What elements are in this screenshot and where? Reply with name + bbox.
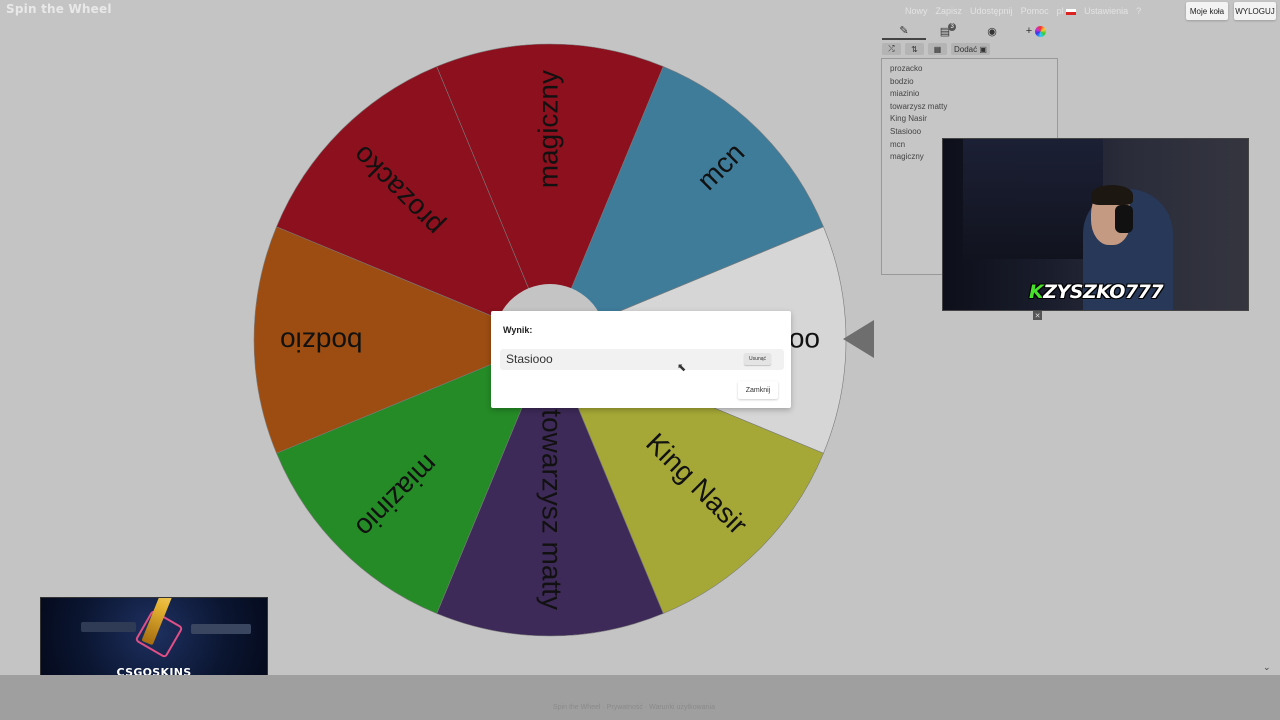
shuffle-icon: ⤮ [888, 44, 895, 53]
result-dialog: Wynik: Stasiooo Usunąć Zamknij [491, 311, 791, 408]
add-image-button[interactable]: ▦ [928, 43, 947, 55]
result-value: Stasiooo [506, 352, 553, 366]
entry-line: towarzysz matty [890, 101, 948, 111]
close-button[interactable]: Zamknij [738, 381, 778, 399]
add-icon: + [1025, 25, 1033, 37]
entry-line: miazinio [890, 89, 920, 99]
nav-save[interactable]: Zapisz [936, 6, 963, 16]
result-field: Stasiooo Usunąć [500, 349, 784, 370]
wheel-segment-label: towarzysz matty [537, 409, 568, 610]
logout-button[interactable]: WYLOGUJ [1234, 2, 1276, 20]
mouse-cursor-icon: ⬉ [677, 362, 687, 374]
entry-line: prozacko [890, 64, 923, 73]
remove-button[interactable]: Usunąć [744, 353, 771, 365]
nav-new[interactable]: Nowy [905, 6, 928, 16]
add-entry-button[interactable]: Dodać ▣ [951, 43, 990, 55]
nav-language[interactable]: pl [1057, 6, 1077, 16]
webcam-background-window [963, 139, 1103, 259]
image-icon: ▦ [933, 44, 942, 54]
chevron-down-icon[interactable]: ⌄ [1263, 662, 1271, 673]
top-navigation: Nowy Zapisz Udostępnij Pomoc pl Ustawien… [905, 4, 1141, 18]
tab-hidden[interactable]: ◉ [970, 22, 1014, 40]
app-logo[interactable]: Spin the Wheel [6, 2, 112, 16]
rifle-icon [191, 624, 251, 634]
nav-share[interactable]: Udostępnij [970, 6, 1013, 16]
my-wheels-button[interactable]: Moje koła [1186, 2, 1228, 20]
wheel-pointer [843, 320, 874, 358]
entry-line: Stasiooo [890, 126, 922, 136]
nav-more[interactable]: ? [1136, 6, 1141, 16]
pencil-icon: ✎ [899, 24, 909, 37]
streamer-name: KZYSZKO777 [1029, 281, 1164, 303]
tab-edit[interactable]: ✎ [882, 22, 926, 40]
sponsor-banner: CSGOSKINS [40, 597, 268, 683]
nav-settings[interactable]: Ustawienia [1084, 6, 1128, 16]
eye-off-icon: ◉ [987, 25, 997, 38]
webcam-person-hair [1091, 185, 1133, 205]
tab-colors[interactable]: + [1014, 22, 1058, 40]
webcam-overlay: KZYSZKO777 [942, 138, 1249, 311]
entries-toolbar: ⤮ ⇅ ▦ Dodać ▣ [882, 43, 990, 55]
rifle-icon [81, 622, 136, 632]
nav-help[interactable]: Pomoc [1021, 6, 1049, 16]
editor-tabs: ✎ ▤ 3 ◉ + [882, 22, 1058, 40]
sort-button[interactable]: ⇅ [905, 43, 924, 55]
footer [0, 675, 1280, 720]
image-add-icon: ▣ [979, 44, 987, 54]
tab-results[interactable]: ▤ 3 [926, 22, 970, 40]
color-wheel-icon [1035, 25, 1047, 37]
wheel-segment-label: magiczny [532, 70, 563, 188]
results-count-badge: 3 [948, 23, 957, 31]
headset-icon [1115, 205, 1133, 233]
dialog-title: Wynik: [503, 325, 533, 335]
close-icon[interactable]: ✕ [1033, 311, 1042, 320]
footer-links: Spin the Wheel · Prywatność · Warunki uż… [553, 704, 715, 711]
polish-flag-icon [1066, 8, 1077, 15]
shuffle-button[interactable]: ⤮ [882, 43, 901, 55]
entry-line: bodzio [890, 76, 914, 86]
sort-icon: ⇅ [911, 44, 918, 54]
wheel-segment-label: bodzio [280, 327, 363, 358]
entry-line: King Nasir [890, 114, 927, 124]
